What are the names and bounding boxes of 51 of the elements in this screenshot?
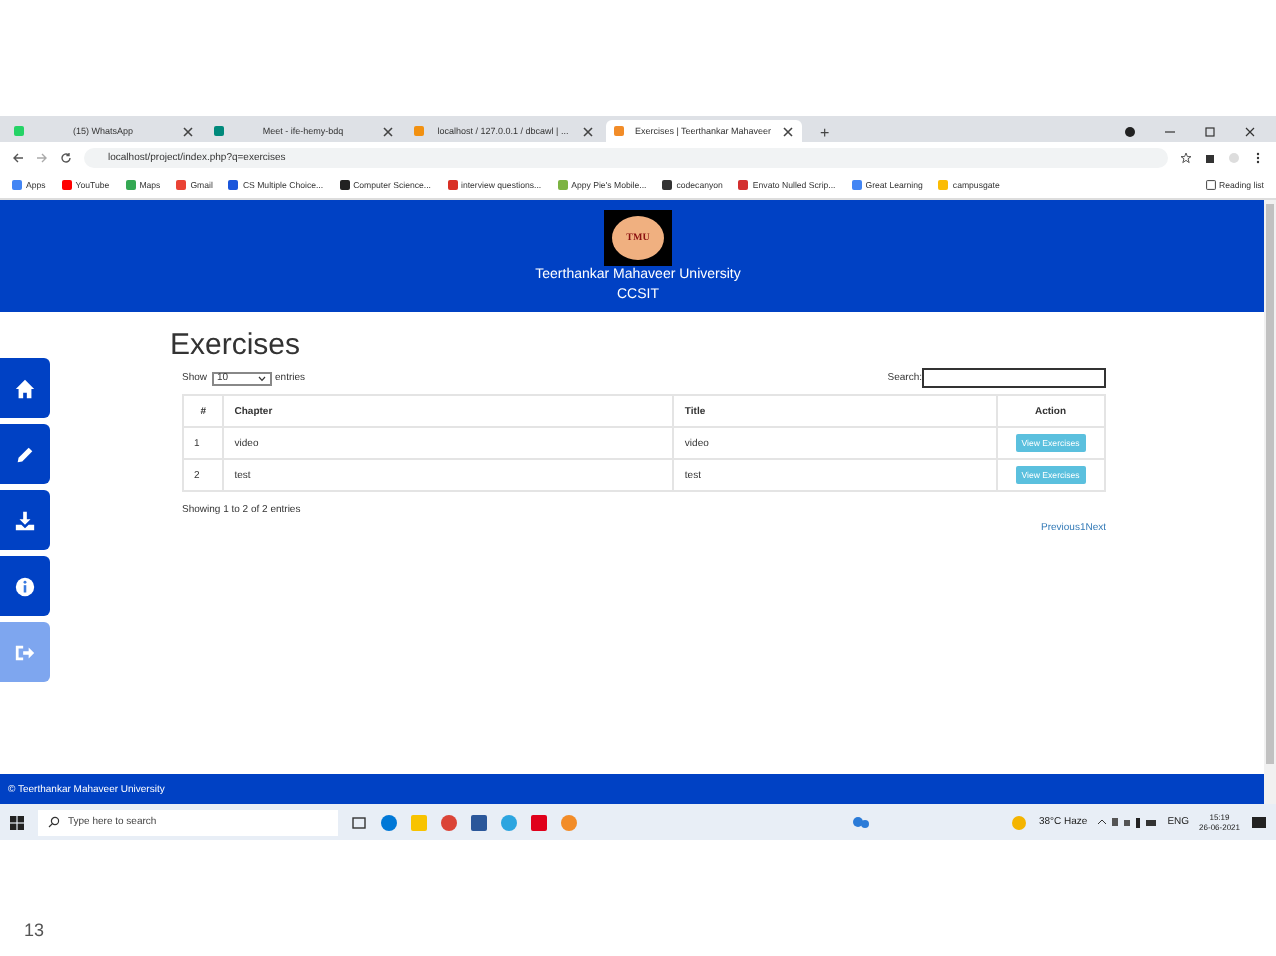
info-icon xyxy=(14,575,36,597)
favicon-icon xyxy=(447,180,457,190)
close-icon[interactable] xyxy=(1244,125,1256,137)
back-icon[interactable] xyxy=(12,151,24,163)
sidebar-button[interactable] xyxy=(0,424,50,484)
favicon-icon xyxy=(176,180,187,190)
tray-icons-drawing[interactable] xyxy=(1097,816,1158,828)
maximize-icon[interactable] xyxy=(1204,125,1216,137)
favicon-icon xyxy=(228,180,239,190)
favicon-icon xyxy=(614,126,624,136)
notification-icon[interactable] xyxy=(1250,813,1268,831)
favicon-icon xyxy=(738,180,749,190)
reading-list-icon xyxy=(1205,180,1216,190)
minimize-icon[interactable] xyxy=(1164,125,1176,137)
download-icon xyxy=(14,509,36,531)
close-icon[interactable] xyxy=(182,125,194,137)
favicon-icon xyxy=(214,126,224,136)
sidebar-button[interactable] xyxy=(0,556,50,616)
search-icon xyxy=(48,816,60,828)
sidebar-button[interactable] xyxy=(0,490,50,550)
favicon-icon xyxy=(12,180,22,190)
caret-icon xyxy=(257,375,266,381)
app-icon[interactable] xyxy=(470,813,488,831)
favicon-icon xyxy=(662,180,673,190)
new-tab-button[interactable]: + xyxy=(814,124,836,142)
record-icon[interactable] xyxy=(1124,125,1136,137)
pencil-icon xyxy=(14,443,36,465)
page-heading: Exercises xyxy=(170,328,303,362)
favicon-icon xyxy=(14,126,24,136)
favicon-icon xyxy=(339,180,350,190)
windows-icon[interactable] xyxy=(8,813,26,831)
favicon-icon xyxy=(125,180,136,190)
search-field[interactable] xyxy=(922,368,1106,388)
star-icon[interactable] xyxy=(1180,151,1192,163)
slide-number: 13 xyxy=(24,920,45,940)
task-view-icon[interactable] xyxy=(350,813,368,831)
favicon-icon xyxy=(414,126,424,136)
favicon-icon xyxy=(851,180,862,190)
favicon-icon xyxy=(938,180,949,190)
sign-out-icon xyxy=(14,641,36,663)
scrollbar-thumb[interactable] xyxy=(1266,204,1274,764)
sun-icon xyxy=(1010,813,1029,831)
reload-icon[interactable] xyxy=(60,151,72,163)
close-icon[interactable] xyxy=(782,125,794,137)
favicon-icon xyxy=(61,180,72,190)
sidebar-button[interactable] xyxy=(0,358,50,418)
menu-icon[interactable] xyxy=(1252,151,1264,163)
close-icon[interactable] xyxy=(382,125,394,137)
home-icon xyxy=(14,377,36,399)
favicon-icon xyxy=(557,180,568,190)
close-icon[interactable] xyxy=(582,125,594,137)
